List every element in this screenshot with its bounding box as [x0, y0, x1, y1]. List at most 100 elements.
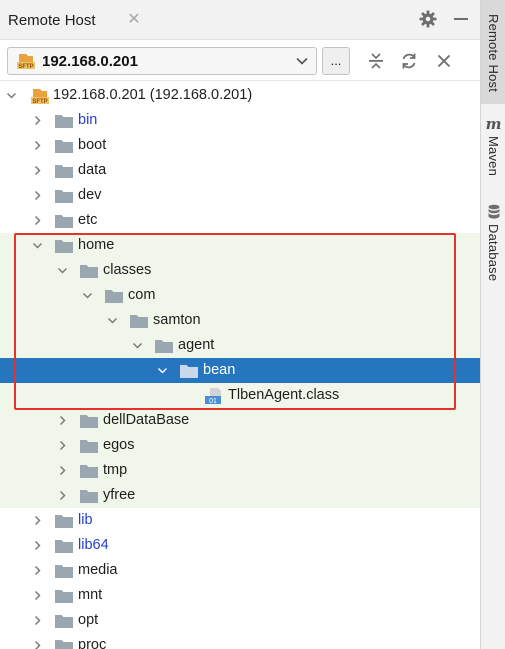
tree-item-label: lib: [78, 512, 93, 528]
tree-item-label: boot: [78, 137, 107, 153]
tree-folder-row[interactable]: tmp: [0, 458, 480, 483]
stripe-tab-remote-host[interactable]: Remote Host: [481, 0, 505, 104]
tree-folder-row[interactable]: com: [0, 283, 480, 308]
tree-item-label: data: [78, 162, 107, 178]
chevron-down-icon[interactable]: [56, 264, 69, 277]
tree-item-label: egos: [103, 437, 135, 453]
folder-icon: [80, 265, 98, 278]
tree-folder-row[interactable]: boot: [0, 133, 480, 158]
tree-item-label: bean: [203, 362, 236, 378]
tree-folder-row[interactable]: proc: [0, 633, 480, 649]
tree-folder-row[interactable]: etc: [0, 208, 480, 233]
chevron-down-icon[interactable]: [156, 364, 169, 377]
folder-icon: [55, 140, 73, 153]
chevron-right-icon[interactable]: [31, 164, 44, 177]
tree-item-label: media: [78, 562, 118, 578]
refresh-icon[interactable]: [399, 51, 419, 71]
folder-icon: [55, 590, 73, 603]
tree-item-label: opt: [78, 612, 99, 628]
chevron-right-icon[interactable]: [31, 214, 44, 227]
sftp-icon: SFTP: [17, 54, 35, 70]
collapse-all-icon[interactable]: [366, 51, 386, 71]
tree-item-label: samton: [153, 312, 201, 328]
tree-item-label: dellDataBase: [103, 412, 190, 428]
tree-folder-row[interactable]: data: [0, 158, 480, 183]
chevron-right-icon[interactable]: [31, 189, 44, 202]
chevron-right-icon[interactable]: [56, 414, 69, 427]
tree-folder-row[interactable]: dev: [0, 183, 480, 208]
folder-icon: [55, 165, 73, 178]
chevron-down-icon[interactable]: [31, 239, 44, 252]
folder-icon: [130, 315, 148, 328]
folder-icon: [55, 615, 73, 628]
tab-title: Remote Host: [8, 11, 96, 29]
folder-icon: [55, 115, 73, 128]
stripe-tab-maven[interactable]: m Maven: [481, 116, 505, 196]
chevron-right-icon[interactable]: [31, 589, 44, 602]
chevron-right-icon[interactable]: [31, 514, 44, 527]
tree-item-label: proc: [78, 637, 107, 649]
folder-icon: [55, 240, 73, 253]
tree-root-label: 192.168.0.201 (192.168.0.201): [53, 87, 253, 103]
chevron-down-icon[interactable]: [131, 339, 144, 352]
tree-folder-row[interactable]: classes: [0, 258, 480, 283]
file-tree: SFTP 192.168.0.201 (192.168.0.201) bin bo…: [0, 83, 480, 649]
tree-item-label: bin: [78, 112, 98, 128]
tree-folder-row[interactable]: samton: [0, 308, 480, 333]
tree-folder-row[interactable]: yfree: [0, 483, 480, 508]
tree-file-row[interactable]: 01 TlbenAgent.class: [0, 383, 480, 408]
tree-folder-row[interactable]: mnt: [0, 583, 480, 608]
tree-folder-row[interactable]: dellDataBase: [0, 408, 480, 433]
toolbar: SFTP 192.168.0.201 ...: [0, 41, 480, 81]
stripe-tab-label: Database: [486, 224, 501, 282]
close-icon[interactable]: [434, 51, 454, 71]
tree-folder-row[interactable]: lib64: [0, 533, 480, 558]
folder-icon: [55, 640, 73, 649]
chevron-right-icon[interactable]: [31, 114, 44, 127]
tree-folder-row[interactable]: agent: [0, 333, 480, 358]
sftp-badge-text: SFTP: [32, 99, 47, 105]
tool-window-header: Remote Host ✕: [0, 0, 480, 40]
chevron-right-icon[interactable]: [31, 564, 44, 577]
chevron-right-icon[interactable]: [56, 489, 69, 502]
stripe-tab-database[interactable]: Database: [481, 204, 505, 294]
tree-root-row[interactable]: SFTP 192.168.0.201 (192.168.0.201): [0, 83, 480, 108]
chevron-right-icon[interactable]: [31, 614, 44, 627]
chevron-right-icon[interactable]: [31, 139, 44, 152]
folder-icon: [80, 440, 98, 453]
tree-item-label: etc: [78, 212, 98, 228]
right-tool-stripe: Remote Host m Maven Database: [480, 0, 505, 649]
tree-item-label: lib64: [78, 537, 109, 553]
chevron-down-icon[interactable]: [106, 314, 119, 327]
database-icon: [488, 204, 499, 219]
tree-folder-row[interactable]: media: [0, 558, 480, 583]
minimize-icon[interactable]: [451, 9, 471, 29]
remote-host-tool-window: Remote Host ✕ SFTP 192.168.0.201 ... SFT…: [0, 0, 480, 649]
tree-item-label: com: [128, 287, 156, 303]
more-button[interactable]: ...: [322, 47, 350, 75]
chevron-right-icon[interactable]: [31, 639, 44, 649]
folder-icon: [155, 340, 173, 353]
chevron-right-icon[interactable]: [56, 464, 69, 477]
tree-folder-row[interactable]: bin: [0, 108, 480, 133]
tab-close-icon[interactable]: ✕: [126, 10, 142, 30]
tree-folder-row[interactable]: egos: [0, 433, 480, 458]
tree-folder-row[interactable]: home: [0, 233, 480, 258]
tree-folder-row[interactable]: bean: [0, 358, 480, 383]
gear-icon[interactable]: [418, 9, 438, 29]
chevron-down-icon: [296, 57, 308, 65]
maven-icon: m: [485, 115, 502, 133]
chevron-down-icon[interactable]: [81, 289, 94, 302]
chevron-right-icon[interactable]: [31, 539, 44, 552]
chevron-right-icon[interactable]: [56, 439, 69, 452]
tree-rows: bin boot data dev etc home classes com samton age…: [0, 108, 480, 649]
tree-folder-row[interactable]: opt: [0, 608, 480, 633]
folder-icon: [105, 290, 123, 303]
tree-folder-row[interactable]: lib: [0, 508, 480, 533]
connection-combo[interactable]: SFTP 192.168.0.201: [7, 47, 317, 75]
tree-item-label: mnt: [78, 587, 103, 603]
stripe-tab-label: Maven: [486, 136, 501, 177]
folder-icon: [180, 365, 198, 378]
tree-item-label: classes: [103, 262, 152, 278]
chevron-down-icon[interactable]: [5, 89, 18, 102]
